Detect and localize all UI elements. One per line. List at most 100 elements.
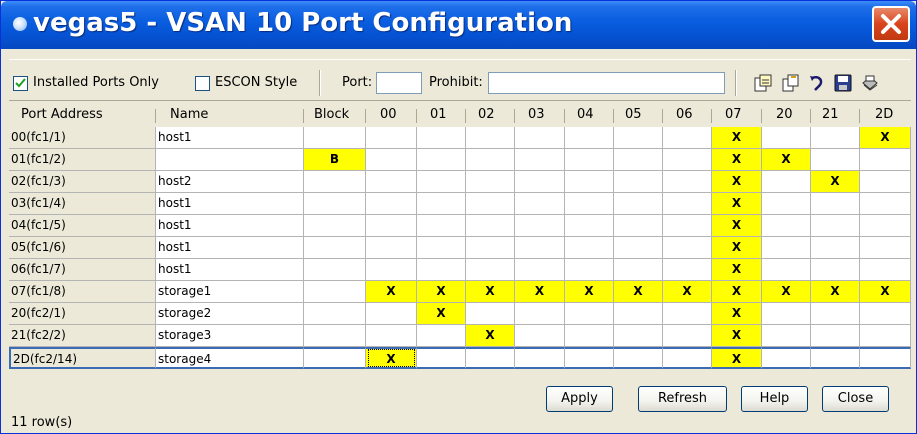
export-icon[interactable] (753, 73, 773, 93)
prohibit-cell[interactable] (860, 325, 911, 347)
prohibit-cell[interactable]: X (366, 347, 417, 369)
prohibit-cell[interactable] (614, 237, 663, 259)
port-name-cell[interactable]: host2 (156, 171, 304, 193)
prohibit-cell[interactable] (663, 193, 712, 215)
prohibit-cell[interactable]: X (712, 171, 762, 193)
prohibit-cell[interactable] (811, 193, 860, 215)
prohibit-cell[interactable] (417, 325, 466, 347)
prohibit-cell[interactable] (466, 149, 515, 171)
column-header[interactable]: 20 (776, 103, 793, 127)
port-address-cell[interactable]: 02(fc1/3) (9, 171, 156, 193)
prohibit-cell[interactable] (860, 259, 911, 281)
block-cell[interactable] (304, 193, 366, 215)
close-button[interactable]: Close (822, 386, 889, 412)
prohibit-cell[interactable] (663, 127, 712, 149)
prohibit-cell[interactable] (565, 303, 614, 325)
prohibit-cell[interactable]: X (663, 281, 712, 303)
port-name-cell[interactable] (156, 149, 304, 171)
block-cell[interactable] (304, 281, 366, 303)
port-address-cell[interactable]: 04(fc1/5) (9, 215, 156, 237)
port-name-cell[interactable]: storage1 (156, 281, 304, 303)
prohibit-cell[interactable]: X (515, 281, 565, 303)
prohibit-cell[interactable]: X (466, 325, 515, 347)
prohibit-cell[interactable]: X (712, 259, 762, 281)
prohibit-cell[interactable] (811, 347, 860, 369)
prohibit-cell[interactable] (366, 171, 417, 193)
block-cell[interactable] (304, 171, 366, 193)
prohibit-cell[interactable] (762, 215, 811, 237)
apply-button[interactable]: Apply (546, 386, 613, 412)
prohibit-cell[interactable]: X (860, 281, 911, 303)
block-cell[interactable] (304, 127, 366, 149)
prohibit-cell[interactable]: X (811, 281, 860, 303)
prohibit-cell[interactable]: X (712, 237, 762, 259)
prohibit-cell[interactable] (466, 259, 515, 281)
column-header[interactable]: 03 (528, 103, 545, 127)
table-row[interactable]: 06(fc1/7) host1 X (9, 259, 911, 281)
port-name-cell[interactable]: storage4 (156, 347, 304, 369)
prohibit-cell[interactable]: X (712, 281, 762, 303)
table-row[interactable]: 01(fc1/2) B X X (9, 149, 911, 171)
port-address-cell[interactable]: 00(fc1/1) (9, 127, 156, 149)
prohibit-cell[interactable] (762, 259, 811, 281)
prohibit-cell[interactable] (515, 127, 565, 149)
prohibit-cell[interactable] (417, 259, 466, 281)
table-row[interactable]: 2D(fc2/14) storage4 X X (9, 347, 911, 369)
prohibit-cell[interactable] (466, 237, 515, 259)
table-row[interactable]: 04(fc1/5) host1 X (9, 215, 911, 237)
prohibit-cell[interactable]: X (712, 303, 762, 325)
prohibit-cell[interactable] (614, 347, 663, 369)
block-cell[interactable] (304, 259, 366, 281)
column-header[interactable]: Block (314, 103, 349, 127)
column-header[interactable]: 21 (822, 103, 839, 127)
prohibit-cell[interactable] (614, 193, 663, 215)
prohibit-cell[interactable] (762, 303, 811, 325)
prohibit-cell[interactable] (811, 325, 860, 347)
prohibit-cell[interactable] (762, 347, 811, 369)
undo-icon[interactable] (807, 73, 827, 93)
block-cell[interactable] (304, 215, 366, 237)
prohibit-cell[interactable] (466, 215, 515, 237)
prohibit-cell[interactable] (565, 347, 614, 369)
column-header[interactable]: Name (170, 103, 208, 127)
prohibit-cell[interactable] (565, 127, 614, 149)
table-row[interactable]: 07(fc1/8) storage1 X X X X X X X X X X X (9, 281, 911, 303)
prohibit-cell[interactable] (614, 171, 663, 193)
port-address-cell[interactable]: 2D(fc2/14) (9, 347, 156, 369)
prohibit-cell[interactable] (762, 325, 811, 347)
port-address-cell[interactable]: 03(fc1/4) (9, 193, 156, 215)
prohibit-cell[interactable] (466, 127, 515, 149)
prohibit-cell[interactable] (614, 303, 663, 325)
prohibit-cell[interactable] (762, 127, 811, 149)
port-address-cell[interactable]: 05(fc1/6) (9, 237, 156, 259)
prohibit-cell[interactable] (762, 237, 811, 259)
port-name-cell[interactable]: host1 (156, 127, 304, 149)
prohibit-cell[interactable] (417, 347, 466, 369)
prohibit-cell[interactable] (417, 149, 466, 171)
prohibit-cell[interactable] (515, 237, 565, 259)
column-header[interactable]: 00 (380, 103, 397, 127)
prohibit-cell[interactable]: X (712, 347, 762, 369)
prohibit-cell[interactable] (515, 303, 565, 325)
prohibit-cell[interactable]: X (417, 303, 466, 325)
prohibit-cell[interactable]: X (712, 149, 762, 171)
prohibit-cell[interactable] (515, 193, 565, 215)
table-row[interactable]: 21(fc2/2) storage3 X X (9, 325, 911, 347)
prohibit-cell[interactable] (614, 259, 663, 281)
port-address-cell[interactable]: 01(fc1/2) (9, 149, 156, 171)
prohibit-cell[interactable]: X (712, 325, 762, 347)
table-row[interactable]: 00(fc1/1) host1 X X (9, 127, 911, 149)
port-input[interactable] (376, 72, 422, 94)
port-address-cell[interactable]: 07(fc1/8) (9, 281, 156, 303)
prohibit-cell[interactable] (565, 237, 614, 259)
prohibit-cell[interactable] (614, 127, 663, 149)
column-header[interactable]: 05 (625, 103, 642, 127)
prohibit-cell[interactable] (811, 259, 860, 281)
prohibit-cell[interactable] (515, 149, 565, 171)
port-name-cell[interactable]: host1 (156, 193, 304, 215)
prohibit-cell[interactable] (860, 215, 911, 237)
prohibit-cell[interactable] (366, 259, 417, 281)
prohibit-cell[interactable] (860, 149, 911, 171)
window-close-button[interactable] (872, 6, 910, 42)
prohibit-cell[interactable] (663, 303, 712, 325)
